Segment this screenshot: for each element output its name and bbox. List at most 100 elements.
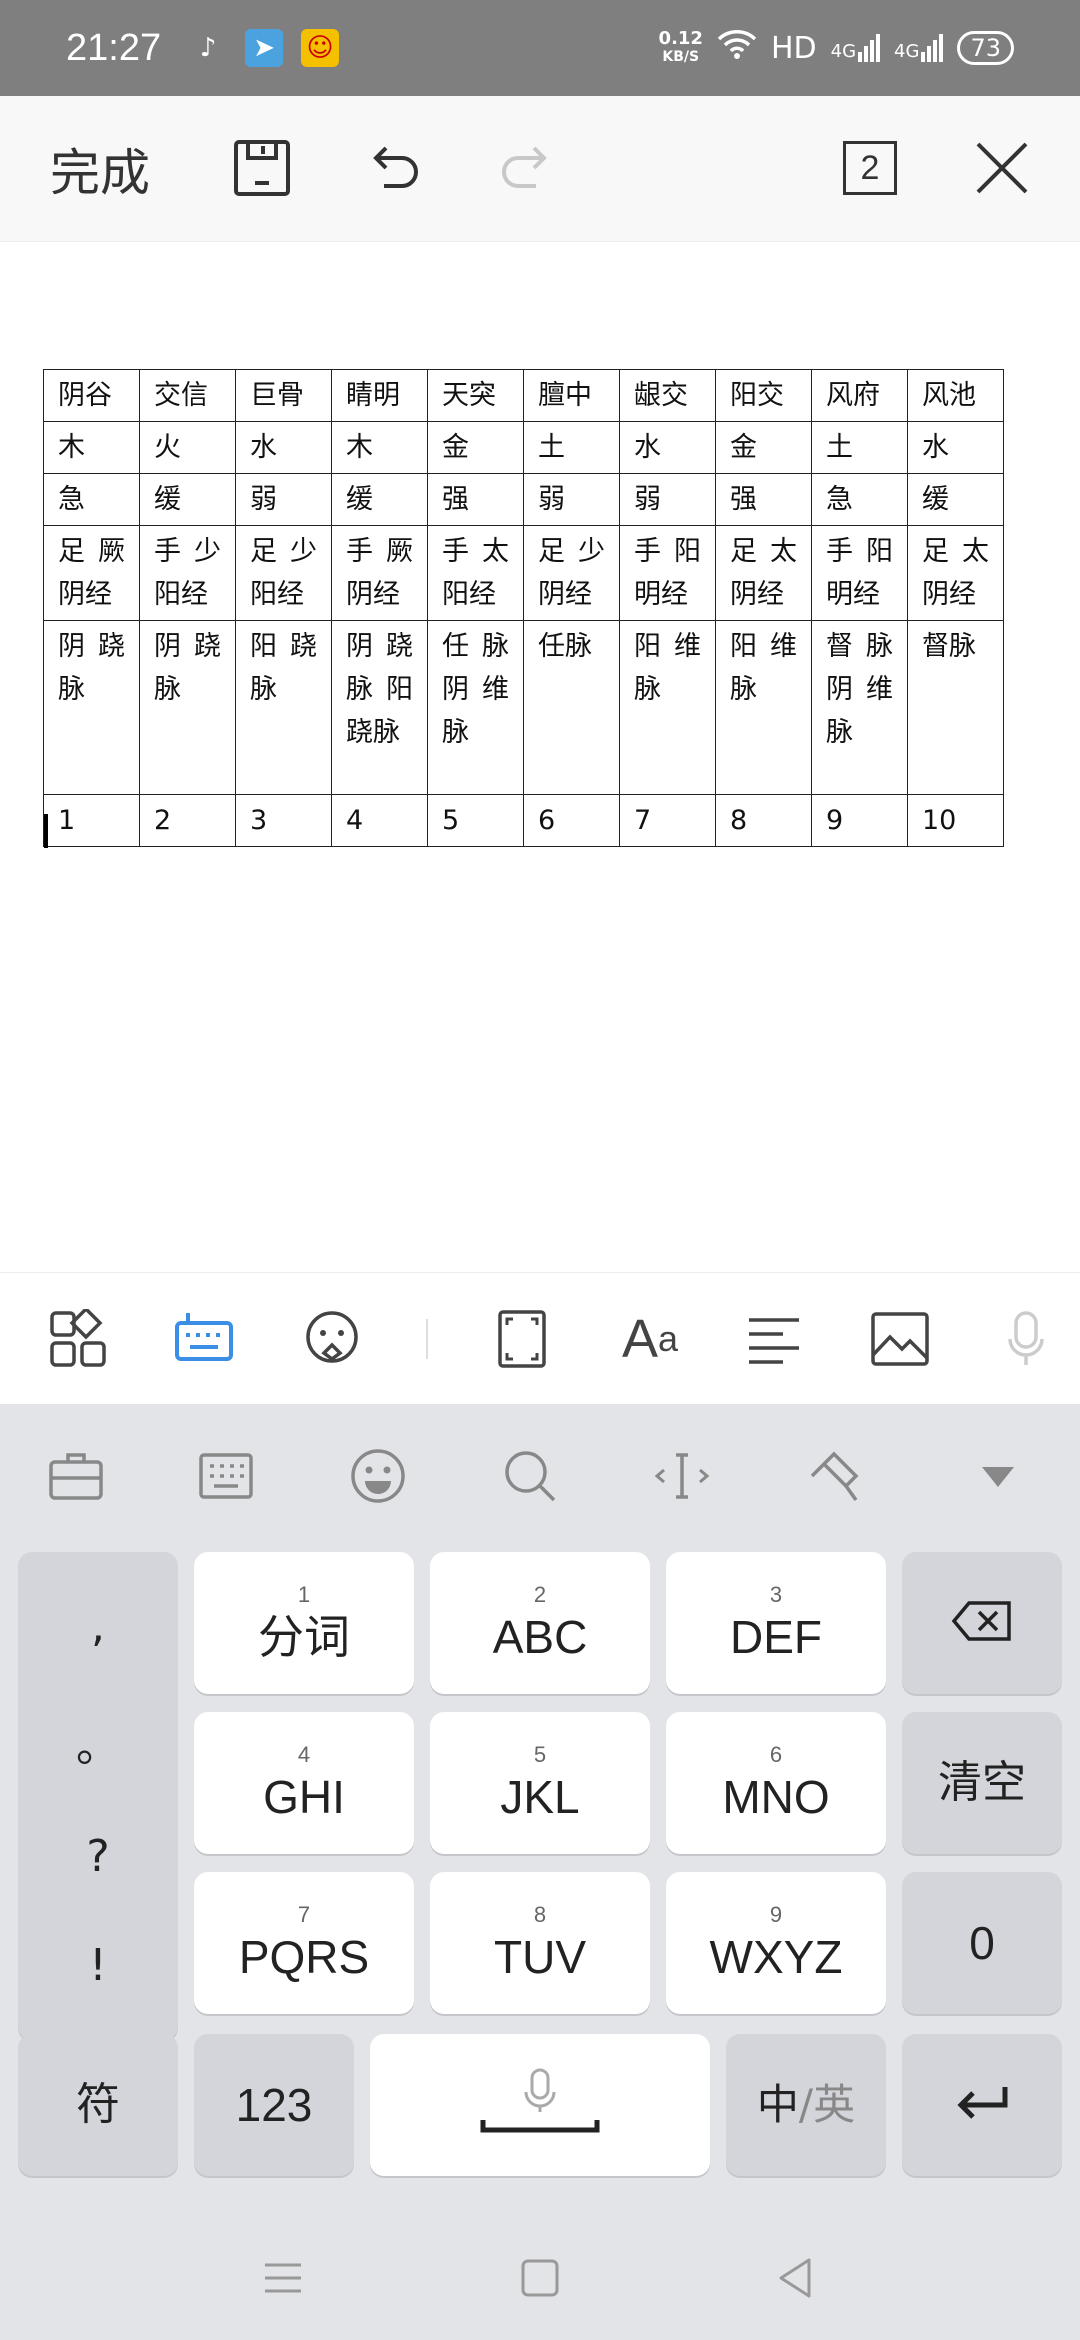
language-switch-key[interactable]: 中/英 [726,2034,886,2176]
key-6-mno[interactable]: 6 MNO [666,1712,886,1854]
table-cell[interactable]: 1 [43,794,140,847]
table-cell[interactable]: 任脉阴维脉 [427,620,524,795]
table-cell[interactable]: 弱 [619,473,716,526]
table-cell[interactable]: 督脉阴维脉 [811,620,908,795]
close-icon[interactable] [970,136,1034,200]
table-cell[interactable]: 8 [715,794,812,847]
table-cell[interactable]: 巨骨 [235,369,332,422]
punctuation-column[interactable]: , 。 ? ! [18,1552,178,2040]
table-cell[interactable]: 手少阳经 [139,525,236,621]
table-cell[interactable]: 阴跷脉阳跷脉 [331,620,428,795]
table-cell[interactable]: 6 [523,794,620,847]
key-1-fenci[interactable]: 1 分词 [194,1552,414,1694]
table-cell[interactable]: 足太阴经 [715,525,812,621]
collapse-keyboard-icon[interactable] [968,1446,1028,1506]
table-cell[interactable]: 木 [331,421,428,474]
key-8-tuv[interactable]: 8 TUV [430,1872,650,2014]
table-cell[interactable]: 金 [715,421,812,474]
table-cell[interactable]: 手太阳经 [427,525,524,621]
table-cell[interactable]: 阴跷脉 [139,620,236,795]
table-cell[interactable]: 手阳明经 [811,525,908,621]
numeric-key[interactable]: 123 [194,2034,354,2176]
sticker-icon[interactable] [302,1309,362,1369]
done-button[interactable]: 完成 [50,133,150,205]
table-cell[interactable]: 督脉 [907,620,1004,795]
table-cell[interactable]: 水 [907,421,1004,474]
paragraph-align-icon[interactable] [744,1309,804,1369]
table-cell[interactable]: 交信 [139,369,236,422]
table-cell[interactable]: 足少阴经 [523,525,620,621]
table-cell[interactable]: 5 [427,794,524,847]
table-cell[interactable]: 木 [43,421,140,474]
key-5-jkl[interactable]: 5 JKL [430,1712,650,1854]
keyboard-icon[interactable] [174,1309,234,1369]
table-cell[interactable]: 急 [811,473,908,526]
space-key[interactable] [370,2034,710,2176]
table-cell[interactable]: 火 [139,421,236,474]
toolbox-icon[interactable] [46,1446,106,1506]
table-cell[interactable]: 弱 [235,473,332,526]
table-cell[interactable]: 4 [331,794,428,847]
table-cell[interactable]: 膻中 [523,369,620,422]
table-cell[interactable]: 强 [427,473,524,526]
table-cell[interactable]: 任脉 [523,620,620,795]
microphone-icon[interactable] [996,1309,1056,1369]
table-cell[interactable]: 足太阴经 [907,525,1004,621]
table-cell[interactable]: 阳跷脉 [235,620,332,795]
table-cell[interactable]: 缓 [331,473,428,526]
key-0[interactable]: 0 [902,1872,1062,2014]
table-cell[interactable]: 10 [907,794,1004,847]
document-table[interactable]: 阴谷 交信 巨骨 睛明 天突 膻中 龈交 阳交 风府 风池木火水木金土水金土水急缓弱缓强弱弱强急缓… [43,369,1004,847]
table-cell[interactable]: 水 [235,421,332,474]
table-cell[interactable]: 7 [619,794,716,847]
table-cell[interactable]: 风府 [811,369,908,422]
table-cell[interactable]: 阳维脉 [715,620,812,795]
save-icon[interactable] [230,136,294,200]
keyboard-layout-icon[interactable] [196,1446,256,1506]
table-cell[interactable]: 2 [139,794,236,847]
apps-grid-icon[interactable] [48,1309,108,1369]
key-4-ghi[interactable]: 4 GHI [194,1712,414,1854]
table-cell[interactable]: 弱 [523,473,620,526]
table-cell[interactable]: 阴谷 [43,369,140,422]
table-cell[interactable]: 龈交 [619,369,716,422]
table-cell[interactable]: 土 [523,421,620,474]
table-cell[interactable]: 缓 [139,473,236,526]
undo-icon[interactable] [362,136,426,200]
enter-key[interactable] [902,2034,1062,2176]
table-cell[interactable]: 手阳明经 [619,525,716,621]
text-format-icon[interactable]: Aa [620,1309,680,1369]
table-cell[interactable]: 阳交 [715,369,812,422]
table-cell[interactable]: 手厥阴经 [331,525,428,621]
punct-question[interactable]: ? [86,1831,109,1882]
image-icon[interactable] [870,1309,930,1369]
punct-comma[interactable]: , [91,1601,105,1652]
table-cell[interactable]: 强 [715,473,812,526]
menu-icon[interactable] [258,2256,308,2300]
symbol-key[interactable]: 符 [18,2034,178,2176]
cursor-move-icon[interactable] [652,1446,712,1506]
table-cell[interactable]: 天突 [427,369,524,422]
back-icon[interactable] [770,2256,820,2300]
table-cell[interactable]: 足少阳经 [235,525,332,621]
table-cell[interactable]: 足厥阴经 [43,525,140,621]
table-cell[interactable]: 3 [235,794,332,847]
fullscreen-icon[interactable] [492,1309,552,1369]
key-3-def[interactable]: 3 DEF [666,1552,886,1694]
redo-icon[interactable] [494,136,558,200]
punct-period[interactable]: 。 [76,1710,120,1774]
theme-brush-icon[interactable] [804,1446,864,1506]
punct-exclaim[interactable]: ! [89,1940,107,1991]
key-2-abc[interactable]: 2 ABC [430,1552,650,1694]
table-cell[interactable]: 水 [619,421,716,474]
table-cell[interactable]: 缓 [907,473,1004,526]
key-9-wxyz[interactable]: 9 WXYZ [666,1872,886,2014]
key-7-pqrs[interactable]: 7 PQRS [194,1872,414,2014]
page-count-button[interactable]: 2 [838,136,902,200]
table-cell[interactable]: 风池 [907,369,1004,422]
clear-key[interactable]: 清空 [902,1712,1062,1854]
table-cell[interactable]: 阴跷脉 [43,620,140,795]
table-cell[interactable]: 金 [427,421,524,474]
emoji-icon[interactable] [348,1446,408,1506]
table-cell[interactable]: 阳维脉 [619,620,716,795]
